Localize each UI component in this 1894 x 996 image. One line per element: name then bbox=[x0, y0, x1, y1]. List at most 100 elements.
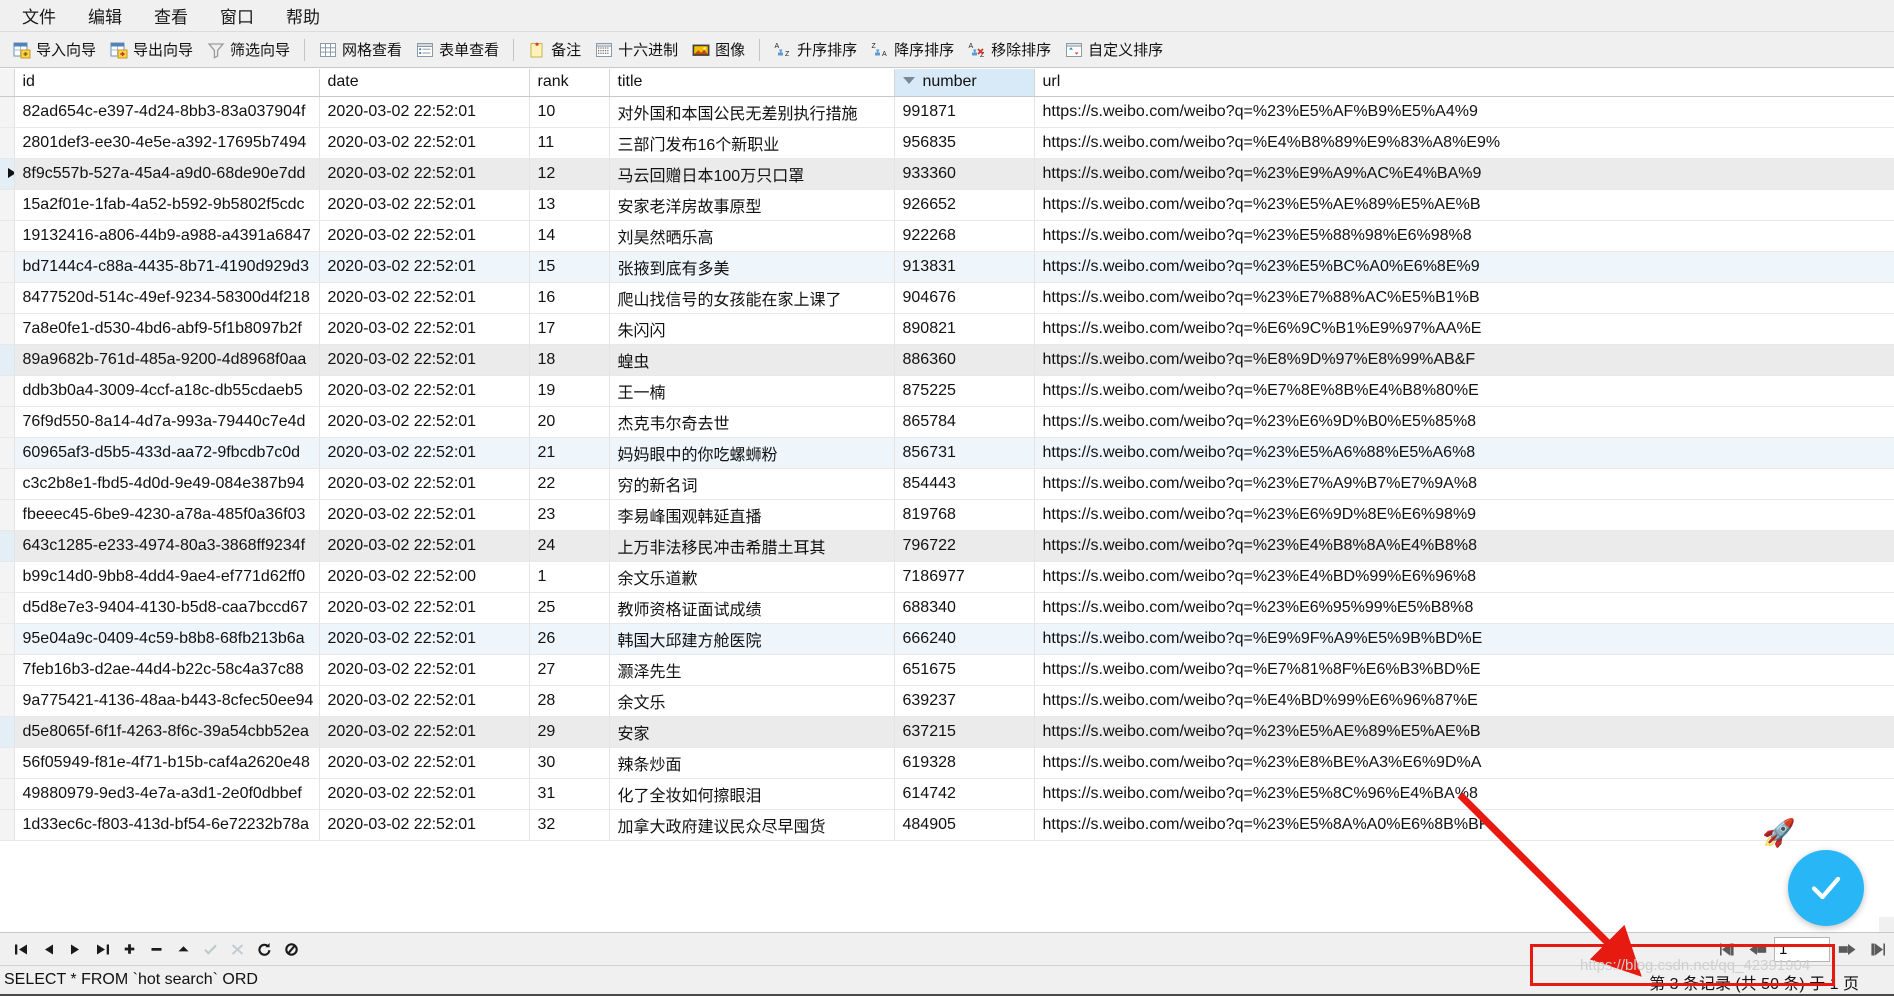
row-selector-cell[interactable] bbox=[0, 96, 15, 128]
cell-title[interactable]: 穷的新名词 bbox=[609, 468, 895, 500]
table-row[interactable]: 8f9c557b-527a-45a4-a9d0-68de90e7dd 2020-0… bbox=[0, 158, 1894, 190]
cell-url[interactable]: https://s.weibo.com/weibo?q=%E7%8E%8B%E4… bbox=[1034, 375, 1894, 407]
cell-number[interactable]: 688340 bbox=[894, 592, 1035, 624]
stop-button[interactable] bbox=[278, 936, 305, 963]
cell-number[interactable]: 856731 bbox=[894, 437, 1035, 469]
cell-date[interactable]: 2020-03-02 22:52:01 bbox=[319, 313, 530, 345]
menu-edit[interactable]: 编辑 bbox=[72, 0, 138, 32]
cell-date[interactable]: 2020-03-02 22:52:01 bbox=[319, 406, 530, 438]
cell-number[interactable]: 796722 bbox=[894, 530, 1035, 562]
cell-number[interactable]: 875225 bbox=[894, 375, 1035, 407]
add-record-button[interactable] bbox=[116, 936, 143, 963]
cell-title[interactable]: 三部门发布16个新职业 bbox=[609, 127, 895, 159]
cell-id[interactable]: c3c2b8e1-fbd5-4d0d-9e49-084e387b94 bbox=[14, 468, 320, 500]
cell-title[interactable]: 杰克韦尔奇去世 bbox=[609, 406, 895, 438]
cell-date[interactable]: 2020-03-02 22:52:01 bbox=[319, 344, 530, 376]
cell-rank[interactable]: 17 bbox=[529, 313, 610, 345]
column-header-title[interactable]: title bbox=[609, 69, 895, 97]
row-selector-cell[interactable] bbox=[0, 406, 15, 438]
cell-title[interactable]: 灏泽先生 bbox=[609, 654, 895, 686]
row-selector-cell[interactable] bbox=[0, 220, 15, 252]
cell-id[interactable]: 82ad654c-e397-4d24-8bb3-83a037904f bbox=[14, 96, 320, 128]
cell-date[interactable]: 2020-03-02 22:52:01 bbox=[319, 96, 530, 128]
row-selector-cell[interactable] bbox=[0, 251, 15, 283]
import-wizard-button[interactable]: 导入向导 bbox=[6, 35, 103, 65]
prev-page-button[interactable] bbox=[1745, 936, 1772, 963]
cell-number[interactable]: 926652 bbox=[894, 189, 1035, 221]
edit-record-button[interactable] bbox=[170, 936, 197, 963]
cell-id[interactable]: 95e04a9c-0409-4c59-b8b8-68fb213b6a bbox=[14, 623, 320, 655]
cell-title[interactable]: 朱闪闪 bbox=[609, 313, 895, 345]
row-selector-cell[interactable] bbox=[0, 716, 15, 748]
table-row[interactable]: 82ad654c-e397-4d24-8bb3-83a037904f 2020-0… bbox=[0, 96, 1894, 128]
discard-change-button[interactable] bbox=[224, 936, 251, 963]
row-selector-cell[interactable] bbox=[0, 623, 15, 655]
table-row[interactable]: fbeeec45-6be9-4230-a78a-485f0a36f03 2020-… bbox=[0, 499, 1894, 531]
cell-url[interactable]: https://s.weibo.com/weibo?q=%23%E5%AF%B9… bbox=[1034, 96, 1894, 128]
cell-url[interactable]: https://s.weibo.com/weibo?q=%E4%BD%99%E6… bbox=[1034, 685, 1894, 717]
cell-title[interactable]: 爬山找信号的女孩能在家上课了 bbox=[609, 282, 895, 314]
table-row[interactable]: ddb3b0a4-3009-4ccf-a18c-db55cdaeb5 2020-0… bbox=[0, 375, 1894, 407]
cell-id[interactable]: 15a2f01e-1fab-4a52-b592-9b5802f5cdc bbox=[14, 189, 320, 221]
row-selector-cell[interactable] bbox=[0, 654, 15, 686]
custom-sort-button[interactable]: 自定义排序 bbox=[1058, 35, 1170, 65]
table-row[interactable]: 56f05949-f81e-4f71-b15b-caf4a2620e48 2020… bbox=[0, 747, 1894, 779]
row-selector-cell[interactable] bbox=[0, 437, 15, 469]
cell-number[interactable]: 904676 bbox=[894, 282, 1035, 314]
cell-date[interactable]: 2020-03-02 22:52:01 bbox=[319, 778, 530, 810]
cell-date[interactable]: 2020-03-02 22:52:01 bbox=[319, 282, 530, 314]
cell-date[interactable]: 2020-03-02 22:52:01 bbox=[319, 251, 530, 283]
cell-url[interactable]: https://s.weibo.com/weibo?q=%23%E5%8C%96… bbox=[1034, 778, 1894, 810]
cell-number[interactable]: 890821 bbox=[894, 313, 1035, 345]
table-row[interactable]: 19132416-a806-44b9-a988-a4391a6847 2020-0… bbox=[0, 220, 1894, 252]
sort-remove-button[interactable]: A Z 移除排序 bbox=[961, 35, 1058, 65]
cell-number[interactable]: 619328 bbox=[894, 747, 1035, 779]
apply-change-button[interactable] bbox=[197, 936, 224, 963]
cell-id[interactable]: d5e8065f-6f1f-4263-8f6c-39a54cbb52ea bbox=[14, 716, 320, 748]
table-row[interactable]: 9a775421-4136-48aa-b443-8cfec50ee94 2020-… bbox=[0, 685, 1894, 717]
prev-record-button[interactable] bbox=[35, 936, 62, 963]
cell-date[interactable]: 2020-03-02 22:52:01 bbox=[319, 468, 530, 500]
cell-title[interactable]: 教师资格证面试成绩 bbox=[609, 592, 895, 624]
cell-id[interactable]: 7a8e0fe1-d530-4bd6-abf9-5f1b8097b2f bbox=[14, 313, 320, 345]
cell-number[interactable]: 7186977 bbox=[894, 561, 1035, 593]
cell-id[interactable]: bd7144c4-c88a-4435-8b71-4190d929d3 bbox=[14, 251, 320, 283]
cell-rank[interactable]: 26 bbox=[529, 623, 610, 655]
cell-url[interactable]: https://s.weibo.com/weibo?q=%23%E5%A6%88… bbox=[1034, 437, 1894, 469]
column-header-id[interactable]: id bbox=[14, 69, 320, 97]
cell-id[interactable]: 8f9c557b-527a-45a4-a9d0-68de90e7dd bbox=[14, 158, 320, 190]
cell-title[interactable]: 李易峰围观韩延直播 bbox=[609, 499, 895, 531]
cell-id[interactable]: 56f05949-f81e-4f71-b15b-caf4a2620e48 bbox=[14, 747, 320, 779]
cell-url[interactable]: https://s.weibo.com/weibo?q=%23%E4%BD%99… bbox=[1034, 561, 1894, 593]
row-selector-cell[interactable] bbox=[0, 592, 15, 624]
cell-id[interactable]: 76f9d550-8a14-4d7a-993a-79440c7e4d bbox=[14, 406, 320, 438]
cell-url[interactable]: https://s.weibo.com/weibo?q=%E9%9F%A9%E5… bbox=[1034, 623, 1894, 655]
cell-id[interactable]: 89a9682b-761d-485a-9200-4d8968f0aa bbox=[14, 344, 320, 376]
column-header-date[interactable]: date bbox=[319, 69, 530, 97]
cell-date[interactable]: 2020-03-02 22:52:01 bbox=[319, 375, 530, 407]
cell-rank[interactable]: 15 bbox=[529, 251, 610, 283]
cell-date[interactable]: 2020-03-02 22:52:01 bbox=[319, 158, 530, 190]
cell-id[interactable]: 60965af3-d5b5-433d-aa72-9fbcdb7c0d bbox=[14, 437, 320, 469]
cell-rank[interactable]: 13 bbox=[529, 189, 610, 221]
table-row[interactable]: 76f9d550-8a14-4d7a-993a-79440c7e4d 2020-0… bbox=[0, 406, 1894, 438]
cell-date[interactable]: 2020-03-02 22:52:01 bbox=[319, 623, 530, 655]
cell-title[interactable]: 王一楠 bbox=[609, 375, 895, 407]
cell-url[interactable]: https://s.weibo.com/weibo?q=%23%E6%9D%8E… bbox=[1034, 499, 1894, 531]
cell-url[interactable]: https://s.weibo.com/weibo?q=%23%E5%AE%89… bbox=[1034, 716, 1894, 748]
next-page-button[interactable] bbox=[1832, 936, 1859, 963]
cell-date[interactable]: 2020-03-02 22:52:01 bbox=[319, 747, 530, 779]
cell-title[interactable]: 余文乐 bbox=[609, 685, 895, 717]
cell-id[interactable]: 19132416-a806-44b9-a988-a4391a6847 bbox=[14, 220, 320, 252]
cell-title[interactable]: 化了全妆如何擦眼泪 bbox=[609, 778, 895, 810]
cell-number[interactable]: 913831 bbox=[894, 251, 1035, 283]
menu-help[interactable]: 帮助 bbox=[270, 0, 336, 32]
refresh-button[interactable] bbox=[251, 936, 278, 963]
menu-file[interactable]: 文件 bbox=[6, 0, 72, 32]
table-row[interactable]: 8477520d-514c-49ef-9234-58300d4f218 2020-… bbox=[0, 282, 1894, 314]
cell-number[interactable]: 819768 bbox=[894, 499, 1035, 531]
first-record-button[interactable] bbox=[8, 936, 35, 963]
cell-number[interactable]: 991871 bbox=[894, 96, 1035, 128]
table-row[interactable]: 643c1285-e233-4974-80a3-3868ff9234f 2020-… bbox=[0, 530, 1894, 562]
cell-id[interactable]: 1d33ec6c-f803-413d-bf54-6e72232b78a bbox=[14, 809, 320, 841]
